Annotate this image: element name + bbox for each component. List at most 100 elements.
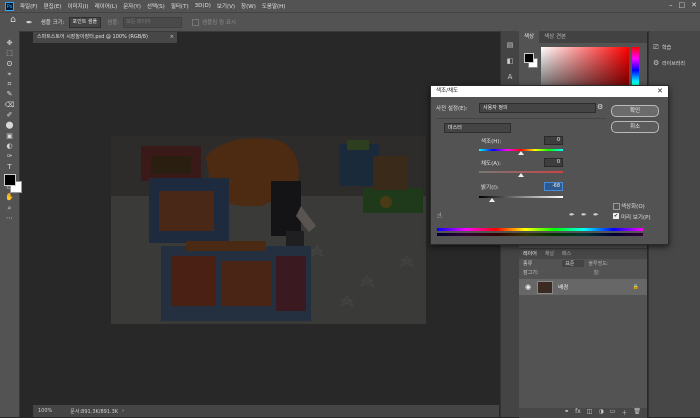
eyedropper-tool-icon[interactable]: ⌗: [0, 79, 19, 89]
status-bar: 100% 문서:891.3K/891.3K ›: [33, 405, 499, 417]
lock-label: 잠그기:: [523, 270, 539, 276]
hue-input[interactable]: 0: [544, 136, 563, 145]
photo-image: [111, 136, 426, 324]
layer-thumbnail: [537, 280, 554, 294]
menu-window[interactable]: 창(W): [241, 2, 256, 10]
character-panel-icon[interactable]: A: [501, 69, 519, 85]
menu-help[interactable]: 도움말(H): [262, 2, 286, 10]
history-panel-icon[interactable]: ▤: [501, 37, 519, 53]
tab-layers[interactable]: 레이어: [519, 249, 541, 259]
layer-kind-filter[interactable]: 종류: [523, 260, 532, 267]
saturation-input[interactable]: 0: [544, 158, 563, 167]
learn-icon: ⎚: [653, 42, 659, 51]
menu-layer[interactable]: 레이어(L): [95, 2, 118, 10]
cancel-button[interactable]: 취소: [611, 121, 659, 133]
tab-paths[interactable]: 패스: [558, 249, 575, 259]
preview-label: 미리 보기(P): [621, 215, 651, 221]
blend-mode-select[interactable]: 표준: [562, 260, 585, 267]
divider: [436, 118, 606, 119]
options-bar: ⌂ ✒ 샘플 크기: 포인트 샘플 샘플: 모든 레이어 샘플링 링 표시: [0, 12, 700, 32]
hue-saturation-dialog: 색조/채도 ✕ 사전 설정(E): 사용자 정의 ⚙ 확인 취소 마스터 색조(…: [430, 85, 669, 245]
marquee-tool-icon[interactable]: ⬚: [0, 48, 19, 58]
opacity-label: 불투명도:: [588, 261, 609, 267]
menu-bar: Ps 파일(F) 편집(E) 이미지(I) 레이어(L) 문자(Y) 선택(S)…: [0, 0, 700, 12]
document-tab-label: 스마트스토어 시장놀이장터.psd @ 100% (RGB/8): [37, 34, 148, 40]
panel-foreground-swatch[interactable]: [524, 53, 534, 63]
sample-size-select[interactable]: 포인트 샘플: [68, 16, 102, 28]
dialog-close-icon[interactable]: ✕: [657, 86, 663, 97]
move-tool-icon[interactable]: ✥: [0, 38, 19, 48]
eyedropper-add-icon[interactable]: ✒: [581, 211, 587, 219]
sampling-ring-checkbox[interactable]: [192, 18, 200, 26]
dialog-title-bar[interactable]: 색조/채도 ✕: [431, 86, 668, 97]
color-bar-bottom: [437, 233, 643, 236]
eyedropper-icon[interactable]: ✒: [26, 18, 33, 27]
preset-label: 사전 설정(E):: [436, 106, 468, 112]
menu-select[interactable]: 선택(S): [147, 2, 165, 10]
color-swatches[interactable]: [4, 174, 22, 193]
layers-panel: 레이어 채널 패스 종류 표준 불투명도: 잠그기: 칠: ◉ 배경 🔒 ⚭ f…: [519, 248, 647, 418]
hue-slider-thumb[interactable]: [518, 151, 524, 155]
channel-select[interactable]: 마스터: [444, 123, 511, 133]
status-menu-arrow[interactable]: ›: [122, 408, 124, 414]
home-icon[interactable]: ⌂: [6, 15, 20, 29]
brush-tool-icon[interactable]: ✎: [0, 89, 19, 99]
tab-swatches[interactable]: 색상 견본: [539, 31, 571, 43]
learn-item[interactable]: ⎚ 학습: [649, 39, 700, 55]
canvas-photo[interactable]: [111, 136, 426, 324]
menu-3d[interactable]: 3D(D): [195, 3, 211, 9]
photoshop-logo: Ps: [5, 1, 14, 11]
lightness-slider-thumb[interactable]: [489, 198, 495, 202]
tab-channels[interactable]: 채널: [541, 249, 558, 259]
gradient-tool-icon[interactable]: ▣: [0, 131, 19, 141]
layer-lock-icon: 🔒: [632, 284, 639, 290]
minimize-button[interactable]: –: [669, 1, 673, 9]
menu-filter[interactable]: 필터(T): [171, 2, 189, 10]
eyedropper-icon[interactable]: ✒: [569, 211, 575, 219]
type-tool-icon[interactable]: T: [0, 162, 19, 172]
colorize-checkbox[interactable]: [613, 203, 620, 210]
menu-file[interactable]: 파일(F): [20, 2, 38, 10]
visibility-eye-icon[interactable]: ◉: [525, 283, 531, 291]
maximize-button[interactable]: □: [679, 1, 686, 9]
close-button[interactable]: ✕: [691, 1, 697, 9]
targeted-adjust-hand-icon[interactable]: ☝: [437, 211, 442, 220]
document-size: 문서:891.3K/891.3K: [70, 408, 119, 415]
foreground-color-swatch[interactable]: [4, 174, 16, 186]
menu-view[interactable]: 보기(V): [217, 2, 235, 10]
zoom-level[interactable]: 100%: [38, 408, 52, 414]
lightness-label: 밝기(I):: [481, 185, 499, 191]
sample-select[interactable]: 모든 레이어: [123, 16, 183, 28]
eyedropper-subtract-icon[interactable]: ✒: [593, 211, 599, 219]
zoom-tool-icon[interactable]: ⌕: [0, 203, 19, 213]
menu-edit[interactable]: 편집(E): [44, 2, 62, 10]
sample-label: 샘플:: [107, 20, 120, 26]
lasso-tool-icon[interactable]: ʘ: [0, 59, 19, 69]
document-tab[interactable]: 스마트스토어 시장놀이장터.psd @ 100% (RGB/8) ×: [33, 32, 177, 43]
preset-select[interactable]: 사용자 정의: [479, 103, 596, 113]
libraries-label: 라이브러리: [662, 60, 686, 67]
properties-panel-icon[interactable]: ◧: [501, 53, 519, 69]
dodge-tool-icon[interactable]: ◐: [0, 141, 19, 151]
lightness-input[interactable]: -68: [544, 182, 563, 191]
more-tools-icon[interactable]: ⋯: [0, 213, 19, 223]
preset-options-gear-icon[interactable]: ⚙: [597, 103, 603, 111]
blur-tool-icon[interactable]: ⬤: [0, 120, 19, 130]
eraser-tool-icon[interactable]: ⌫: [0, 100, 19, 110]
libraries-item[interactable]: ⚙ 라이브러리: [649, 55, 700, 71]
preview-checkbox[interactable]: ✔: [613, 213, 619, 219]
dialog-title: 색조/채도: [436, 88, 459, 94]
menu-image[interactable]: 이미지(I): [67, 2, 88, 10]
crop-tool-icon[interactable]: ⌖: [0, 69, 19, 79]
layer-row-background[interactable]: ◉ 배경 🔒: [519, 279, 647, 295]
hand-tool-icon[interactable]: ✋: [0, 192, 19, 202]
libraries-icon: ⚙: [653, 59, 660, 67]
history-brush-icon[interactable]: ✐: [0, 110, 19, 120]
window-controls: – □ ✕: [669, 1, 697, 9]
pen-tool-icon[interactable]: ✑: [0, 151, 19, 161]
ok-button[interactable]: 확인: [611, 105, 659, 117]
saturation-slider-thumb[interactable]: [518, 173, 524, 177]
menu-type[interactable]: 문자(Y): [123, 2, 141, 10]
tab-color[interactable]: 색상: [519, 31, 540, 43]
tab-close-icon[interactable]: ×: [170, 32, 174, 43]
